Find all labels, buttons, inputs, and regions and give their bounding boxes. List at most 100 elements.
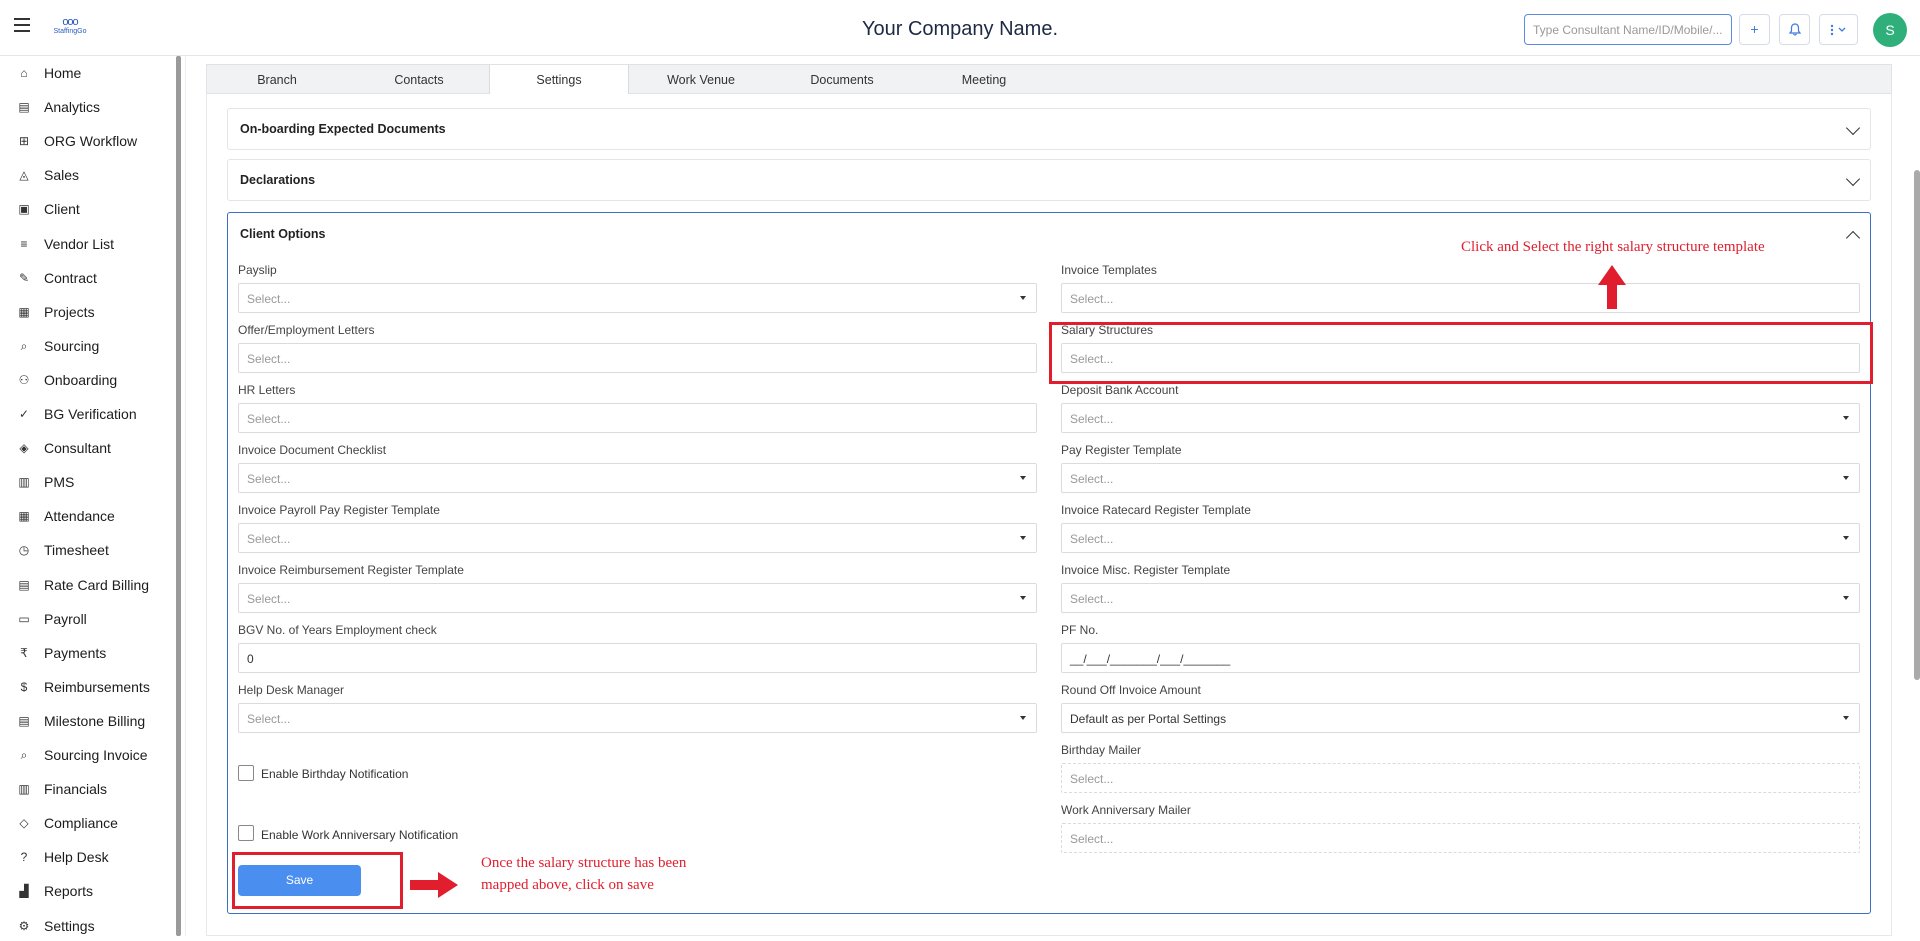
invoice-templates-select[interactable]: Select... bbox=[1061, 283, 1860, 313]
avatar[interactable]: S bbox=[1873, 13, 1907, 47]
birthday-notification-checkbox[interactable] bbox=[238, 765, 254, 781]
sidebar-item-label: ORG Workflow bbox=[44, 133, 138, 150]
onboarding-icon: ⚇ bbox=[18, 372, 30, 387]
sidebar-item-client[interactable]: ▣ Client bbox=[0, 194, 176, 224]
invoice-icon: ⌕ bbox=[20, 748, 28, 762]
work-anniversary-label: Enable Work Anniversary Notification bbox=[261, 828, 459, 842]
sidebar-item-label: Contract bbox=[44, 269, 97, 286]
workflow-icon: ⊞ bbox=[18, 134, 30, 149]
tab-settings[interactable]: Settings bbox=[489, 65, 629, 96]
hr-letters-select[interactable]: Select... bbox=[238, 403, 1037, 433]
settings-panel: On-boarding Expected Documents Declarati… bbox=[206, 94, 1892, 936]
milestone-icon: ▤ bbox=[18, 713, 30, 728]
invoice-payroll-select[interactable]: Select... bbox=[238, 523, 1037, 553]
sidebar-item-label: BG Verification bbox=[44, 406, 137, 422]
sidebar-item-contract[interactable]: ✎ Contract bbox=[0, 263, 176, 293]
invoice-reimbursement-select[interactable]: Select... bbox=[238, 583, 1037, 613]
sidebar-item-label: Rate Card Billing bbox=[44, 576, 150, 593]
deposit-bank-select[interactable]: Select... bbox=[1061, 403, 1860, 433]
sidebar-item-sourcing[interactable]: ⌕ Sourcing bbox=[0, 331, 176, 361]
work-anniversary-checkbox[interactable] bbox=[238, 825, 254, 841]
caret-down-icon bbox=[1020, 716, 1026, 720]
sidebar-item-pms[interactable]: ▥ PMS bbox=[0, 467, 176, 497]
pf-no-input[interactable]: __/___/_______/___/_______ bbox=[1061, 643, 1860, 673]
select-value: Default as per Portal Settings bbox=[1070, 712, 1227, 726]
tab-work-venue[interactable]: Work Venue bbox=[631, 65, 771, 95]
reports-icon: ▟ bbox=[19, 884, 29, 899]
tab-contacts[interactable]: Contacts bbox=[349, 65, 489, 95]
offer-letters-select[interactable]: Select... bbox=[238, 343, 1037, 373]
sidebar-item-payments[interactable]: ₹ Payments bbox=[0, 638, 176, 668]
add-button[interactable]: + bbox=[1739, 14, 1770, 45]
caret-down-icon bbox=[1020, 536, 1026, 540]
bgv-years-input[interactable]: 0 bbox=[238, 643, 1037, 673]
sidebar: ⌂ Home ▤ Analytics ⊞ ORG Workflow ◬ Sales ▣ Clien… bbox=[0, 56, 186, 936]
sidebar-item-rate-card-billing[interactable]: ▤ Rate Card Billing bbox=[0, 570, 176, 600]
sidebar-item-analytics[interactable]: ▤ Analytics bbox=[0, 92, 176, 122]
client-icon: ▣ bbox=[18, 202, 30, 217]
sidebar-item-onboarding[interactable]: ⚇ Onboarding bbox=[0, 365, 176, 395]
sidebar-item-payroll[interactable]: ▭ Payroll bbox=[0, 604, 176, 634]
sidebar-item-label: Sales bbox=[44, 167, 80, 184]
help-desk-manager-select[interactable]: Select... bbox=[238, 703, 1037, 733]
select-placeholder: Select... bbox=[1070, 472, 1114, 486]
sidebar-item-label: Attendance bbox=[44, 508, 115, 525]
anniversary-mailer-select[interactable]: Select... bbox=[1061, 823, 1860, 853]
hr-letters-label: HR Letters bbox=[238, 383, 296, 397]
sidebar-item-label: Settings bbox=[44, 917, 95, 934]
sidebar-item-consultant[interactable]: ◈ Consultant bbox=[0, 433, 176, 463]
client-options-title[interactable]: Client Options bbox=[240, 227, 325, 241]
menu-icon[interactable] bbox=[14, 18, 30, 32]
consultant-search-input[interactable]: Type Consultant Name/ID/Mobile/... bbox=[1524, 14, 1732, 45]
sidebar-item-settings[interactable]: ⚙ Settings bbox=[0, 911, 176, 941]
payslip-select[interactable]: Select... bbox=[238, 283, 1037, 313]
tab-meeting[interactable]: Meeting bbox=[914, 65, 1054, 95]
sidebar-item-reimbursements[interactable]: $ Reimbursements bbox=[0, 672, 176, 702]
ratecard-icon: ▤ bbox=[18, 577, 30, 592]
sidebar-item-vendor-list[interactable]: ≡ Vendor List bbox=[0, 229, 176, 259]
sidebar-item-milestone-billing[interactable]: ▤ Milestone Billing bbox=[0, 706, 176, 736]
more-options-button[interactable] bbox=[1819, 14, 1858, 45]
select-placeholder: Select... bbox=[247, 592, 291, 606]
accordion-title: On-boarding Expected Documents bbox=[240, 122, 446, 136]
sidebar-item-timesheet[interactable]: ◷ Timesheet bbox=[0, 535, 176, 565]
sidebar-item-home[interactable]: ⌂ Home bbox=[0, 58, 176, 88]
sidebar-scrollbar[interactable] bbox=[176, 56, 181, 936]
sidebar-item-org-workflow[interactable]: ⊞ ORG Workflow bbox=[0, 126, 176, 156]
round-off-select[interactable]: Default as per Portal Settings bbox=[1061, 703, 1860, 733]
pay-register-select[interactable]: Select... bbox=[1061, 463, 1860, 493]
caret-down-icon bbox=[1020, 476, 1026, 480]
declarations-accordion[interactable]: Declarations bbox=[227, 159, 1871, 201]
sidebar-item-label: Payments bbox=[44, 644, 107, 661]
page-scrollbar[interactable] bbox=[1914, 170, 1920, 680]
birthday-mailer-select[interactable]: Select... bbox=[1061, 763, 1860, 793]
select-placeholder: Select... bbox=[1070, 772, 1114, 786]
sidebar-item-reports[interactable]: ▟ Reports bbox=[0, 876, 176, 906]
invoice-checklist-select[interactable]: Select... bbox=[238, 463, 1037, 493]
sidebar-item-label: Financials bbox=[44, 781, 108, 798]
sidebar-item-help-desk[interactable]: ? Help Desk bbox=[0, 842, 176, 872]
invoice-misc-select[interactable]: Select... bbox=[1061, 583, 1860, 613]
onboarding-documents-accordion[interactable]: On-boarding Expected Documents bbox=[227, 108, 1871, 150]
sidebar-item-attendance[interactable]: ▦ Attendance bbox=[0, 501, 176, 531]
deposit-bank-label: Deposit Bank Account bbox=[1061, 383, 1179, 397]
anniversary-mailer-label: Work Anniversary Mailer bbox=[1061, 803, 1191, 817]
sidebar-item-label: Compliance bbox=[44, 815, 118, 832]
sidebar-item-bg-verification[interactable]: ✓ BG Verification bbox=[0, 399, 176, 429]
sidebar-item-compliance[interactable]: ◇ Compliance bbox=[0, 808, 176, 838]
logo[interactable]: ooo StaffingGo bbox=[48, 16, 92, 40]
sidebar-item-projects[interactable]: ▦ Projects bbox=[0, 297, 176, 327]
contract-icon: ✎ bbox=[18, 270, 30, 285]
tab-documents[interactable]: Documents bbox=[772, 65, 912, 95]
select-placeholder: Select... bbox=[247, 532, 291, 546]
chevron-down-icon bbox=[1845, 171, 1861, 187]
sidebar-item-sales[interactable]: ◬ Sales bbox=[0, 160, 176, 190]
sidebar-item-label: Vendor List bbox=[44, 235, 115, 252]
invoice-ratecard-select[interactable]: Select... bbox=[1061, 523, 1860, 553]
sidebar-item-sourcing-invoice[interactable]: ⌕ Sourcing Invoice bbox=[0, 740, 176, 770]
sidebar-item-label: Sourcing bbox=[44, 337, 100, 354]
chevron-up-icon[interactable] bbox=[1845, 230, 1861, 246]
tab-branch[interactable]: Branch bbox=[207, 65, 347, 95]
bell-icon[interactable] bbox=[1779, 14, 1810, 45]
sidebar-item-financials[interactable]: ▥ Financials bbox=[0, 774, 176, 804]
